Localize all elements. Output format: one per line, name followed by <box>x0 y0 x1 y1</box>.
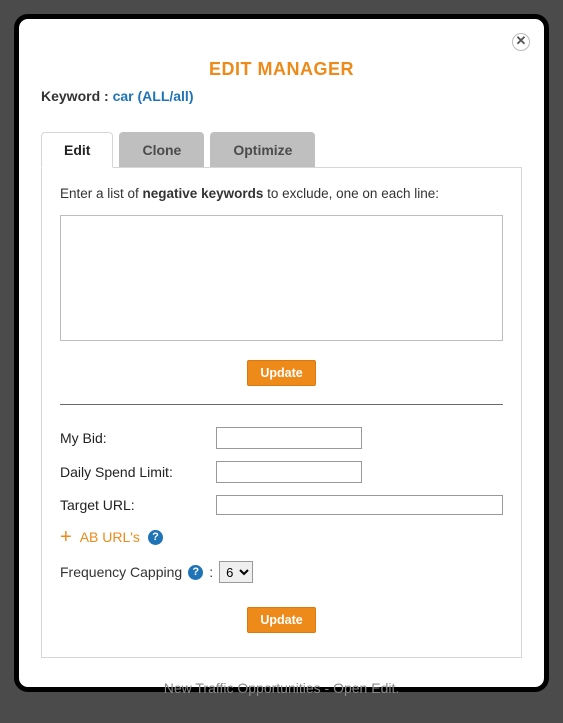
divider <box>60 404 503 405</box>
update-negative-button[interactable]: Update <box>247 360 315 386</box>
daily-limit-input[interactable] <box>216 461 362 483</box>
ab-urls-link[interactable]: AB URL's <box>80 529 140 545</box>
instr-post: to exclude, one on each line: <box>263 186 439 201</box>
edit-manager-modal: ✕ EDIT MANAGER Keyword : car (ALL/all) E… <box>14 14 549 692</box>
my-bid-row: My Bid: <box>60 427 503 449</box>
modal-title: EDIT MANAGER <box>41 59 522 80</box>
frequency-capping-label: Frequency Capping <box>60 564 182 580</box>
update-settings-button[interactable]: Update <box>247 607 315 633</box>
negative-keywords-instruction: Enter a list of negative keywords to exc… <box>60 186 503 201</box>
tabs: Edit Clone Optimize <box>41 132 522 168</box>
frequency-capping-select[interactable]: 6 <box>219 561 253 583</box>
keyword-label: Keyword : <box>41 88 113 104</box>
target-url-input[interactable] <box>216 495 503 515</box>
tab-optimize[interactable]: Optimize <box>210 132 315 168</box>
target-url-row: Target URL: <box>60 495 503 515</box>
colon: : <box>209 564 213 580</box>
target-url-label: Target URL: <box>60 497 216 513</box>
help-icon[interactable]: ? <box>148 530 163 545</box>
instr-pre: Enter a list of <box>60 186 143 201</box>
frequency-capping-row: Frequency Capping ?: 6 <box>60 561 503 583</box>
tab-clone[interactable]: Clone <box>119 132 204 168</box>
my-bid-input[interactable] <box>216 427 362 449</box>
daily-limit-row: Daily Spend Limit: <box>60 461 503 483</box>
help-icon[interactable]: ? <box>188 565 203 580</box>
instr-bold: negative keywords <box>143 186 264 201</box>
tab-edit[interactable]: Edit <box>41 132 113 168</box>
negative-keywords-input[interactable] <box>60 215 503 341</box>
my-bid-label: My Bid: <box>60 430 216 446</box>
ab-urls-row[interactable]: + AB URL's ? <box>60 527 503 547</box>
keyword-link[interactable]: car (ALL/all) <box>113 88 194 104</box>
plus-icon: + <box>60 527 72 547</box>
close-icon[interactable]: ✕ <box>512 33 530 51</box>
keyword-line: Keyword : car (ALL/all) <box>41 88 522 104</box>
edit-panel: Enter a list of negative keywords to exc… <box>41 167 522 658</box>
footer-text: New Traffic Opportunities - Open Edit. <box>41 680 522 696</box>
daily-limit-label: Daily Spend Limit: <box>60 464 216 480</box>
